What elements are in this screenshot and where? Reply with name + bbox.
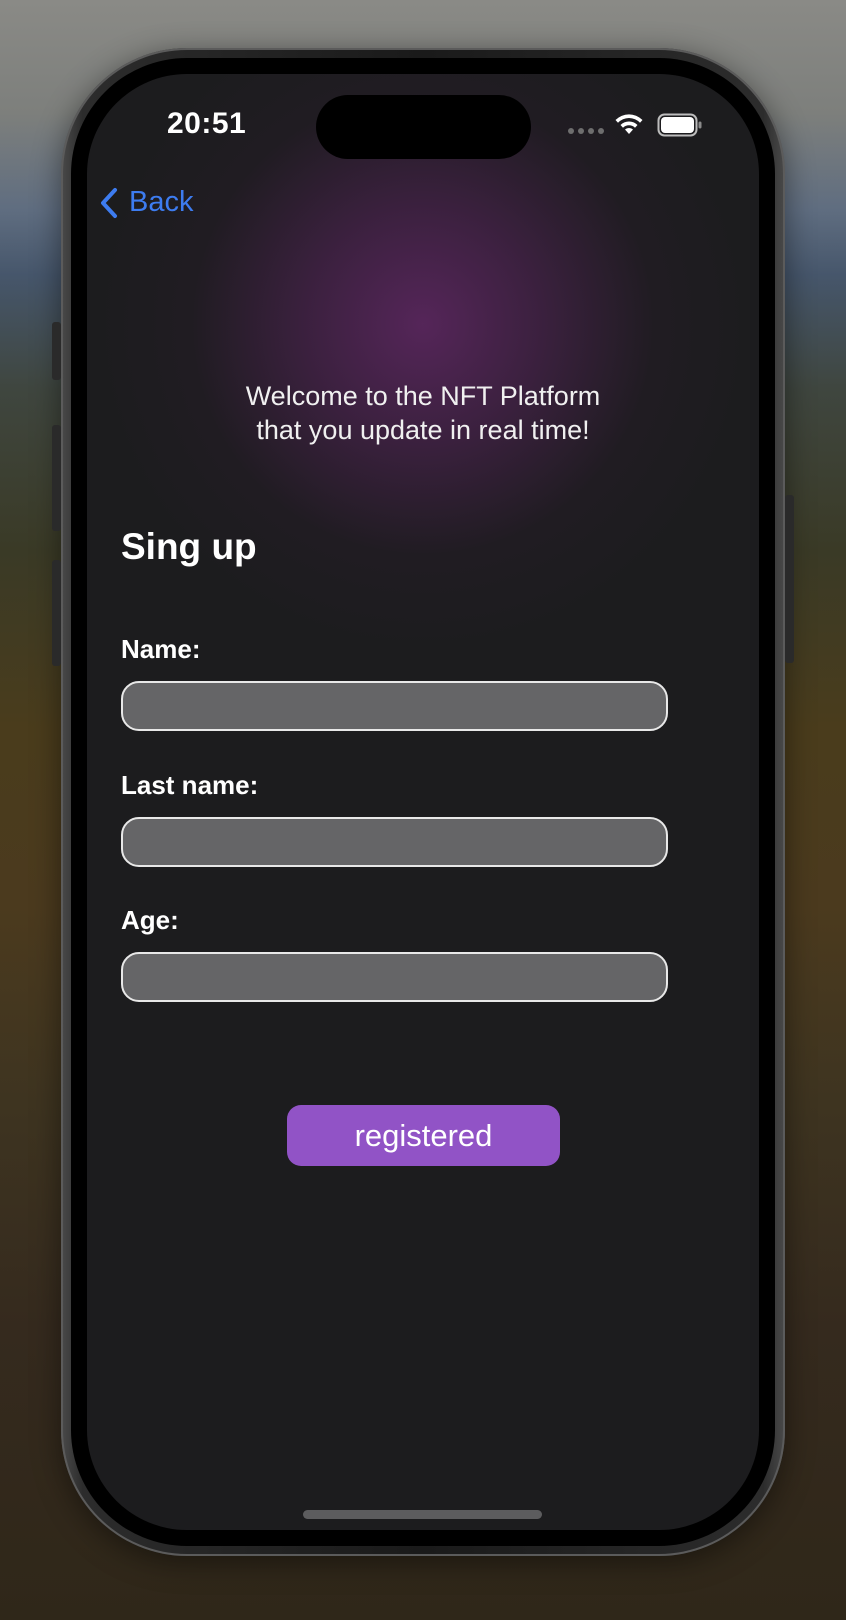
last-name-label: Last name: <box>121 770 259 800</box>
name-label: Name: <box>121 634 201 664</box>
last-name-field[interactable] <box>121 817 668 867</box>
volume-down-button <box>52 560 61 666</box>
action-button <box>52 322 61 380</box>
welcome-message: Welcome to the NFT Platform that you upd… <box>87 379 759 447</box>
chevron-left-icon <box>101 187 117 218</box>
cellular-signal-icon <box>568 128 604 134</box>
home-indicator[interactable] <box>303 1510 542 1519</box>
welcome-line-1: Welcome to the NFT Platform <box>245 381 601 411</box>
name-field[interactable] <box>121 681 668 731</box>
volume-up-button <box>52 425 61 531</box>
battery-icon <box>657 113 702 137</box>
app-screen: 20:51 Back Welcome to the NFT Platform t… <box>87 74 759 1530</box>
register-button[interactable]: registered <box>287 1105 560 1166</box>
status-time: 20:51 <box>167 107 247 140</box>
welcome-line-2: that you update in real time! <box>256 415 590 445</box>
wifi-icon <box>615 114 643 134</box>
back-button[interactable]: Back <box>99 186 193 219</box>
age-label: Age: <box>121 905 179 935</box>
page-title: Sing up <box>121 526 257 567</box>
back-label: Back <box>129 186 194 218</box>
power-button <box>785 495 794 663</box>
age-field[interactable] <box>121 952 668 1002</box>
dynamic-island <box>316 95 531 159</box>
